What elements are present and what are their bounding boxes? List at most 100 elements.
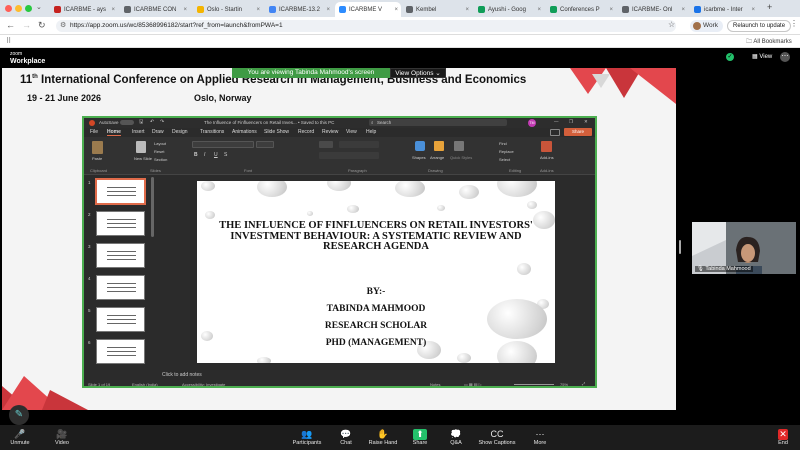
tab-search-icon[interactable]: ⌄ — [36, 3, 42, 11]
notes-toggle[interactable]: Notes — [430, 382, 440, 386]
raise-hand-button[interactable]: ✋ Raise Hand — [367, 429, 399, 446]
annotate-pencil-button[interactable]: ✎ — [9, 405, 29, 425]
arrange-icon[interactable] — [434, 141, 444, 151]
alignment-tools[interactable] — [319, 152, 379, 159]
find-button[interactable]: Find — [499, 141, 507, 146]
search-box[interactable]: ⌕ Search — [369, 119, 507, 126]
reset-button[interactable]: Reset — [154, 149, 164, 154]
paragraph-tools[interactable] — [339, 141, 379, 148]
shapes-button[interactable]: Shapes — [412, 155, 426, 160]
back-icon[interactable]: ← — [6, 20, 15, 30]
resize-handle[interactable] — [679, 240, 681, 254]
more-options-icon[interactable]: ⋯ — [780, 52, 790, 62]
forward-icon[interactable]: → — [22, 20, 31, 30]
tab-close-icon[interactable]: × — [394, 7, 401, 13]
browser-tab[interactable]: Kembel × — [402, 2, 472, 17]
bookmark-star-icon[interactable]: ☆ — [668, 20, 675, 29]
browser-tab[interactable]: Ayushi - Goog × — [474, 2, 544, 17]
select-button[interactable]: Select — [499, 157, 510, 162]
slide-thumbnail[interactable] — [96, 211, 145, 236]
q-a-button[interactable]: 💭 Q&A — [446, 429, 466, 446]
ribbon-tab-insert[interactable]: Insert — [132, 129, 145, 135]
show-captions-button[interactable]: CC Show Captions — [477, 429, 517, 446]
participants-button[interactable]: 👥 Participants — [292, 429, 322, 446]
notes-pane[interactable]: Click to add notes — [162, 372, 202, 378]
comments-icon[interactable] — [550, 129, 560, 136]
tab-close-icon[interactable]: × — [326, 7, 333, 13]
user-avatar[interactable]: TM — [528, 119, 536, 127]
slide-thumbnail[interactable] — [96, 307, 145, 332]
ribbon-tab-help[interactable]: Help — [366, 129, 376, 135]
site-info-icon[interactable]: ⚙ — [60, 20, 66, 32]
ribbon-tab-slide-show[interactable]: Slide Show — [264, 129, 289, 135]
layout-button[interactable]: Layout — [154, 141, 166, 146]
close-icon[interactable]: ✕ — [584, 119, 588, 125]
maximize-window-button[interactable] — [25, 5, 32, 12]
ribbon-tab-transitions[interactable]: Transitions — [200, 129, 224, 135]
addins-button[interactable]: Add-ins — [540, 155, 554, 160]
view-options-button[interactable]: View Options ⌄ — [390, 68, 446, 78]
browser-tab[interactable]: icarbme - Inter × — [690, 2, 758, 17]
ribbon-tab-animations[interactable]: Animations — [232, 129, 257, 135]
slide-thumbnail[interactable] — [96, 275, 145, 300]
undo-icon[interactable]: ↶ — [150, 119, 154, 125]
close-window-button[interactable] — [5, 5, 12, 12]
tab-close-icon[interactable]: × — [681, 7, 688, 13]
browser-tab[interactable]: ICARBME- Onl × — [618, 2, 688, 17]
more-button[interactable]: ⋯ More — [532, 429, 548, 446]
bullets-button[interactable] — [319, 141, 333, 148]
browser-menu-icon[interactable]: ⋮ — [790, 19, 798, 28]
relaunch-button[interactable]: Relaunch to update — [727, 20, 792, 32]
fit-slide-icon[interactable]: ⤢ — [582, 381, 585, 386]
bold-button[interactable]: B — [194, 152, 198, 158]
share-button[interactable]: Share — [564, 128, 592, 136]
quick-styles-button[interactable]: Quick Styles — [450, 155, 472, 160]
ribbon-tab-review[interactable]: Review — [322, 129, 338, 135]
quick-styles-icon[interactable] — [454, 141, 464, 151]
replace-button[interactable]: Replace — [499, 149, 514, 154]
tab-close-icon[interactable]: × — [256, 7, 263, 13]
browser-tab[interactable]: ICARBME-13.2 × — [265, 2, 333, 17]
browser-tab[interactable]: ICARBME - ays × — [50, 2, 118, 17]
save-icon[interactable]: 🖫 — [139, 119, 143, 127]
ribbon-tab-home[interactable]: Home — [107, 129, 121, 136]
accessibility-indicator[interactable]: Accessibility: Investigate — [182, 382, 225, 386]
ribbon-tab-draw[interactable]: Draw — [152, 129, 164, 135]
reload-icon[interactable]: ↻ — [38, 20, 46, 31]
redo-icon[interactable]: ↷ — [160, 119, 164, 125]
shapes-icon[interactable] — [415, 141, 425, 151]
slide-thumbnail[interactable] — [95, 178, 146, 205]
participant-video-tile[interactable]: 🎙 Tabinda Mahmood — [692, 222, 796, 274]
video-button[interactable]: 🎥 Video — [50, 429, 74, 446]
restore-icon[interactable]: ❐ — [569, 119, 573, 125]
italic-button[interactable]: I — [204, 152, 205, 158]
underline-button[interactable]: U — [214, 152, 218, 158]
slide-thumbnail[interactable] — [96, 243, 145, 268]
ribbon-tab-design[interactable]: Design — [172, 129, 188, 135]
arrange-button[interactable]: Arrange — [430, 155, 444, 160]
font-size-dropdown[interactable] — [256, 141, 274, 148]
encryption-shield-icon[interactable]: ✓ — [726, 53, 734, 61]
paste-button[interactable]: Paste — [92, 156, 102, 161]
section-button[interactable]: Section — [154, 157, 167, 162]
strikethrough-button[interactable]: S — [224, 152, 227, 158]
chat-button[interactable]: 💬 Chat — [336, 429, 356, 446]
minimize-window-button[interactable] — [15, 5, 22, 12]
paste-icon[interactable] — [92, 141, 103, 154]
browser-tab[interactable]: ICARBME CON × — [120, 2, 190, 17]
browser-tab[interactable]: Conferences P × — [546, 2, 616, 17]
ribbon-tab-file[interactable]: File — [90, 129, 98, 135]
ribbon-tab-record[interactable]: Record — [298, 129, 314, 135]
share-button[interactable]: ⬆ Share — [410, 429, 430, 446]
new-slide-button[interactable]: New Slide — [134, 156, 152, 161]
tab-close-icon[interactable]: × — [183, 7, 190, 13]
end-button[interactable]: ✕ End — [774, 429, 792, 446]
slide-canvas[interactable]: THE INFLUENCE OF FINFLUENCERS ON RETAIL … — [197, 181, 555, 363]
language-indicator[interactable]: English (India) — [132, 382, 158, 386]
url-field[interactable]: ⚙ https://app.zoom.us/wc/85368996182/sta… — [56, 20, 676, 32]
tab-close-icon[interactable]: × — [751, 7, 758, 13]
minimize-icon[interactable]: — — [554, 119, 559, 124]
thumbnail-scrollbar[interactable] — [151, 177, 154, 237]
tab-close-icon[interactable]: × — [609, 7, 616, 13]
browser-tab[interactable]: Oslo - Startin × — [193, 2, 263, 17]
